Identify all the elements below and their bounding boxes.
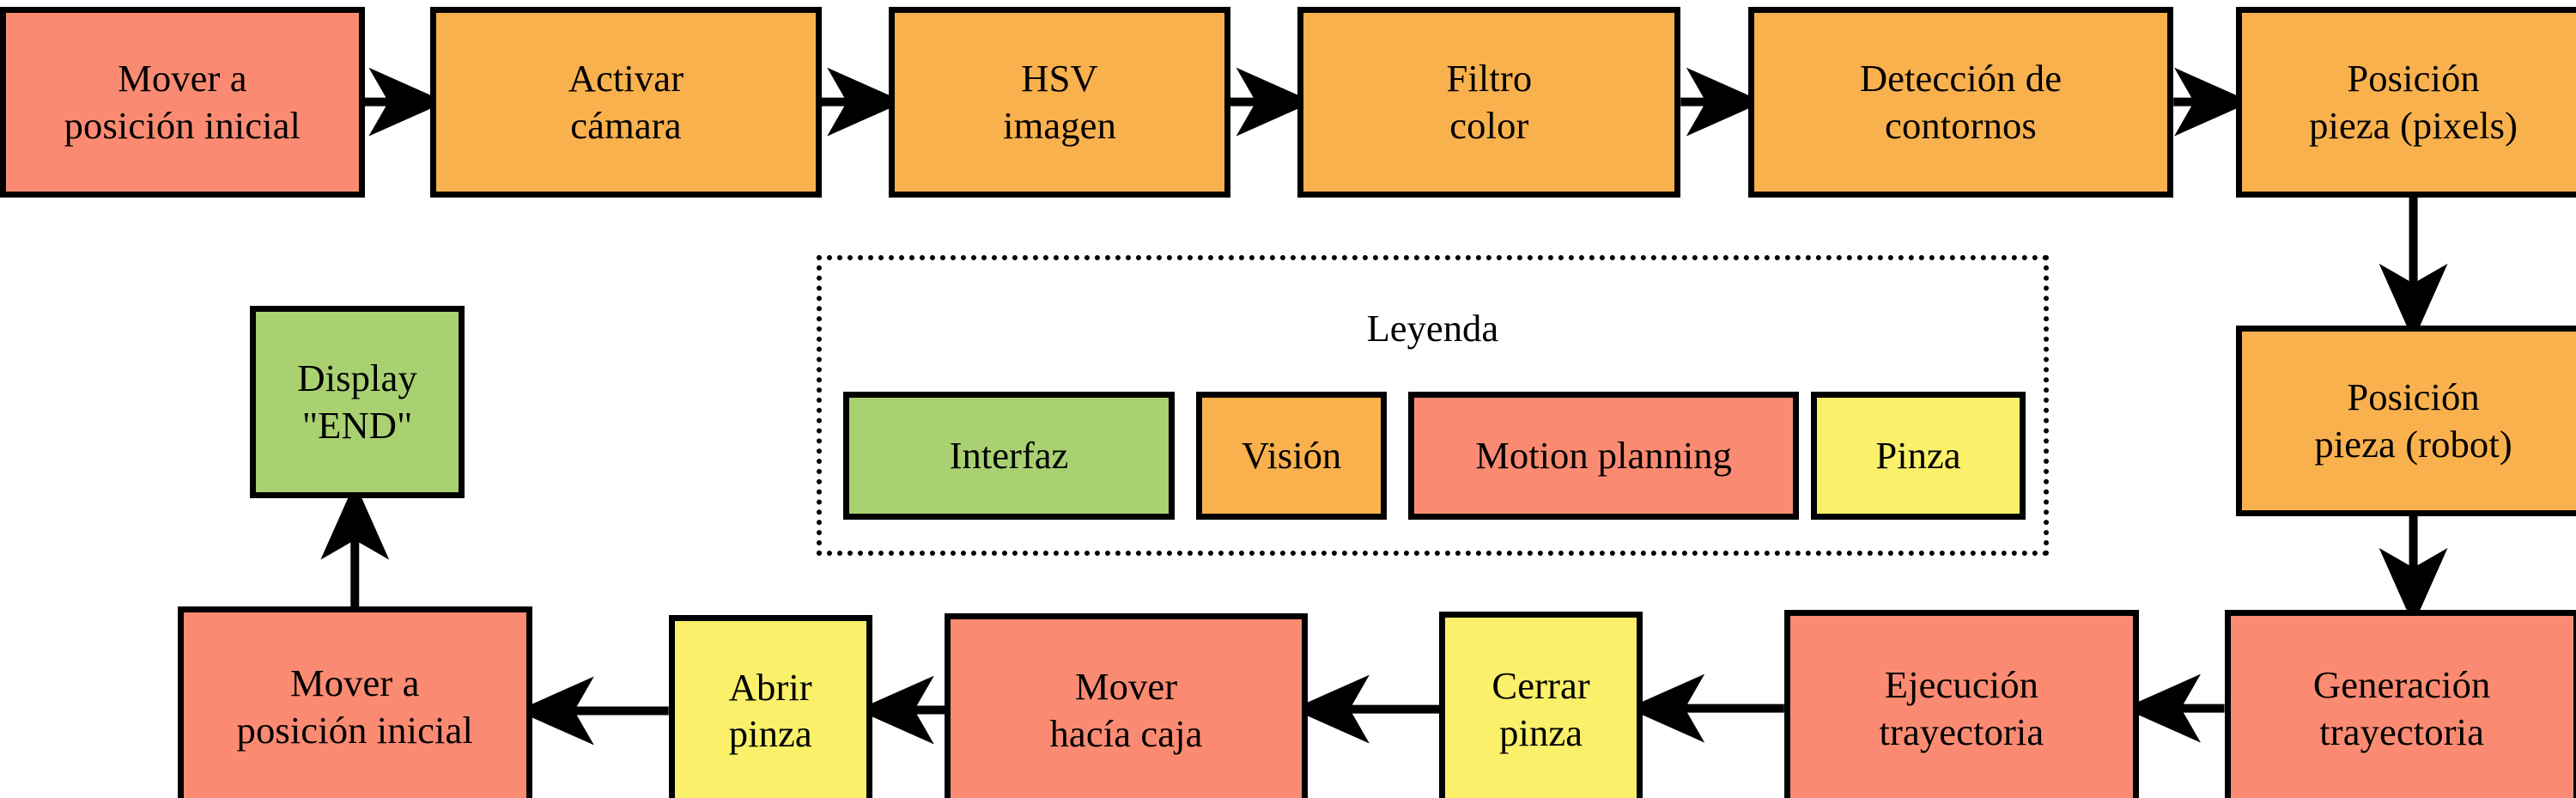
legend-item-interfaz[interactable]: Interfaz	[842, 391, 1176, 520]
node-abrir-pinza[interactable]: Abrir pinza	[668, 614, 872, 798]
node-hsv-imagen[interactable]: HSV imagen	[889, 6, 1231, 198]
legend-item-vision[interactable]: Visión	[1196, 391, 1388, 520]
node-mover-hacia-caja[interactable]: Mover hacía caja	[945, 612, 1308, 798]
legend-item-motion-planning[interactable]: Motion planning	[1407, 391, 1800, 520]
flowchart-canvas: Mover a posición inicial Activar cámara …	[0, 0, 2576, 798]
node-generacion-trayectoria[interactable]: Generación trayectoria	[2224, 609, 2576, 798]
node-posicion-pieza-pixels[interactable]: Posición pieza (pixels)	[2235, 6, 2576, 198]
node-display-end[interactable]: Display "END"	[249, 305, 465, 498]
node-activar-camara[interactable]: Activar cámara	[430, 6, 822, 198]
node-posicion-pieza-robot[interactable]: Posición pieza (robot)	[2235, 325, 2576, 516]
node-cerrar-pinza[interactable]: Cerrar pinza	[1439, 611, 1643, 798]
legend-item-pinza[interactable]: Pinza	[1810, 391, 2026, 520]
legend-title: Leyenda	[1366, 307, 1499, 350]
legend-container: Leyenda Interfaz Visión Motion planning …	[816, 254, 2049, 556]
node-filtro-color[interactable]: Filtro color	[1297, 6, 1681, 198]
node-deteccion-de-contornos[interactable]: Detección de contornos	[1747, 6, 2174, 198]
node-mover-a-posicion-inicial-top[interactable]: Mover a posición inicial	[0, 6, 365, 198]
node-mover-a-posicion-inicial-bottom[interactable]: Mover a posición inicial	[177, 606, 532, 798]
node-ejecucion-trayectoria[interactable]: Ejecución trayectoria	[1783, 609, 2140, 798]
